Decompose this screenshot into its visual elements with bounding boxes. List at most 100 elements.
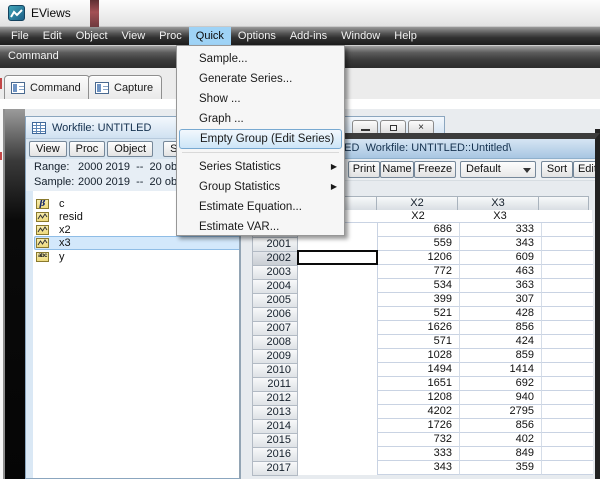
cell-x3[interactable]: 424	[460, 335, 542, 349]
cell-x3[interactable]: 2795	[460, 405, 542, 419]
object-button[interactable]: Object	[107, 141, 153, 157]
freeze-button[interactable]: Freeze	[414, 161, 456, 178]
cell-blank[interactable]	[542, 335, 593, 349]
cell-x2[interactable]: 521	[378, 307, 460, 321]
edit-cell[interactable]	[298, 279, 378, 293]
cell-x2[interactable]: 1208	[378, 391, 460, 405]
column-header-blank[interactable]	[538, 196, 589, 211]
row-header-2008[interactable]: 2008	[252, 335, 298, 350]
row-header-2011[interactable]: 2011	[252, 377, 298, 392]
row-header-2012[interactable]: 2012	[252, 391, 298, 406]
cell-blank[interactable]	[542, 293, 593, 307]
cell-blank[interactable]	[542, 405, 593, 419]
tab-capture[interactable]: Capture	[88, 75, 162, 99]
column-header-x2[interactable]: X2	[376, 196, 458, 211]
cell-blank[interactable]	[542, 279, 593, 293]
cell-x3[interactable]: 609	[460, 251, 542, 265]
cell-blank[interactable]	[542, 349, 593, 363]
cell-x2[interactable]: 1494	[378, 363, 460, 377]
proc-button[interactable]: Proc	[69, 141, 106, 157]
cell-x2[interactable]: 559	[378, 237, 460, 251]
cell-blank[interactable]	[542, 377, 593, 391]
cell-x3[interactable]: 402	[460, 433, 542, 447]
row-header-2017[interactable]: 2017	[252, 461, 298, 476]
edit-cell[interactable]	[298, 237, 378, 251]
row-header-2010[interactable]: 2010	[252, 363, 298, 378]
cell-blank[interactable]	[542, 223, 593, 237]
cell-x3[interactable]: 856	[460, 321, 542, 335]
column-header-x3[interactable]: X3	[457, 196, 539, 211]
quick-menu-item-series-statistics[interactable]: Series Statistics▶	[177, 157, 344, 177]
cell-x3[interactable]: 359	[460, 461, 542, 475]
tab-command[interactable]: Command	[4, 75, 90, 99]
cell-x3[interactable]: 940	[460, 391, 542, 405]
cell-x3[interactable]: 849	[460, 447, 542, 461]
quick-menu-item-estimate-var[interactable]: Estimate VAR...	[177, 217, 344, 237]
edit-cell[interactable]	[298, 433, 378, 447]
row-header-2013[interactable]: 2013	[252, 405, 298, 420]
cell-x3[interactable]: 1414	[460, 363, 542, 377]
quick-menu-item-empty-group-edit-series[interactable]: Empty Group (Edit Series)	[179, 129, 342, 149]
row-header-2005[interactable]: 2005	[252, 293, 298, 308]
view-button[interactable]: View	[29, 141, 67, 157]
cell-blank[interactable]	[542, 321, 593, 335]
menubar-item-help[interactable]: Help	[387, 27, 424, 45]
edit-cell[interactable]	[298, 307, 378, 321]
quick-menu-item-estimate-equation[interactable]: Estimate Equation...	[177, 197, 344, 217]
cell-blank[interactable]	[542, 391, 593, 405]
cell-x2[interactable]: 1206	[378, 251, 460, 265]
cell-blank[interactable]	[542, 265, 593, 279]
row-header-2002[interactable]: 2002	[252, 251, 298, 266]
cell-x3[interactable]: 428	[460, 307, 542, 321]
edit-cell[interactable]	[298, 363, 378, 377]
menubar-item-object[interactable]: Object	[69, 27, 115, 45]
row-header-2006[interactable]: 2006	[252, 307, 298, 322]
cell-blank[interactable]	[542, 461, 593, 475]
cell-blank[interactable]	[542, 251, 593, 265]
edit-button[interactable]: Edit+/-	[573, 161, 600, 178]
edit-cell[interactable]	[298, 335, 378, 349]
cell-x3[interactable]: 692	[460, 377, 542, 391]
cell-x3[interactable]: 363	[460, 279, 542, 293]
row-header-2007[interactable]: 2007	[252, 321, 298, 336]
cell-x2[interactable]: 1651	[378, 377, 460, 391]
cell-blank[interactable]	[542, 419, 593, 433]
cell-blank[interactable]	[542, 363, 593, 377]
name-button[interactable]: Name	[380, 161, 414, 178]
quick-menu-item-sample[interactable]: Sample...	[177, 49, 344, 69]
sort-button[interactable]: Sort	[541, 161, 573, 178]
quick-menu-item-show[interactable]: Show ...	[177, 89, 344, 109]
cell-x2[interactable]: 732	[378, 433, 460, 447]
cell-x2[interactable]: 1028	[378, 349, 460, 363]
cell-x3[interactable]: 343	[460, 237, 542, 251]
cell-blank[interactable]	[542, 307, 593, 321]
menubar-item-quick[interactable]: Quick	[189, 27, 231, 45]
cell-x2[interactable]: 1626	[378, 321, 460, 335]
row-header-2009[interactable]: 2009	[252, 349, 298, 364]
row-header-2015[interactable]: 2015	[252, 433, 298, 448]
cell-x2[interactable]: 343	[378, 461, 460, 475]
cell-x2[interactable]: 4202	[378, 405, 460, 419]
cell-x2[interactable]: 772	[378, 265, 460, 279]
print-button[interactable]: Print	[348, 161, 380, 178]
menubar-item-edit[interactable]: Edit	[36, 27, 69, 45]
menubar-item-file[interactable]: File	[4, 27, 36, 45]
row-header-2003[interactable]: 2003	[252, 265, 298, 280]
cell-blank[interactable]	[542, 447, 593, 461]
cell-x3[interactable]: 463	[460, 265, 542, 279]
selected-cell[interactable]	[297, 250, 378, 265]
menubar-item-window[interactable]: Window	[334, 27, 387, 45]
quick-menu-item-generate-series[interactable]: Generate Series...	[177, 69, 344, 89]
cell-blank[interactable]	[542, 237, 593, 251]
row-header-2014[interactable]: 2014	[252, 419, 298, 434]
quick-menu-item-group-statistics[interactable]: Group Statistics▶	[177, 177, 344, 197]
edit-cell[interactable]	[298, 461, 378, 475]
menubar-item-proc[interactable]: Proc	[152, 27, 189, 45]
edit-cell[interactable]	[298, 349, 378, 363]
menubar-item-view[interactable]: View	[115, 27, 153, 45]
cell-x3[interactable]: 859	[460, 349, 542, 363]
cell-x2[interactable]: 1726	[378, 419, 460, 433]
edit-cell[interactable]	[298, 447, 378, 461]
row-header-2016[interactable]: 2016	[252, 447, 298, 462]
edit-cell[interactable]	[298, 391, 378, 405]
